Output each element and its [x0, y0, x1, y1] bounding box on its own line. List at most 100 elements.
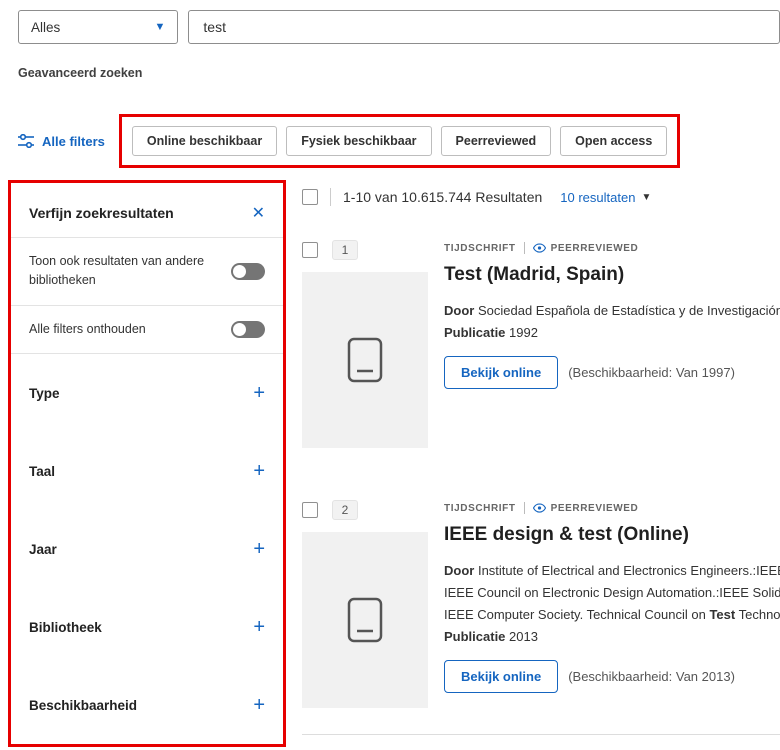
results-per-page-dropdown[interactable]: 10 resultaten ▼	[560, 190, 651, 205]
publicatie-label: Publicatie	[444, 629, 505, 644]
publicatie-label: Publicatie	[444, 325, 505, 340]
result-select-row: 1	[302, 240, 428, 260]
result-actions: Bekijk online (Beschikbaarheid: Van 2013…	[444, 660, 780, 693]
result-item: 2 TIJDSCHRIFT	[302, 500, 780, 708]
result-actions: Bekijk online (Beschikbaarheid: Van 1997…	[444, 356, 780, 389]
filter-chip-open-access[interactable]: Open access	[560, 126, 667, 156]
facet-section-label: Type	[29, 386, 60, 401]
results-header: 1-10 van 10.615.744 Resultaten 10 result…	[302, 180, 780, 206]
publicatie-year: 2013	[509, 629, 538, 644]
filter-chip-online[interactable]: Online beschikbaar	[132, 126, 277, 156]
plus-icon: +	[253, 617, 265, 637]
search-bar: Alles ▼	[0, 0, 780, 44]
eye-icon	[533, 503, 546, 513]
peer-reviewed-badge: PEERREVIEWED	[533, 503, 639, 514]
facet-section-bibliotheek[interactable]: Bibliotheek +	[11, 588, 283, 666]
facet-section-label: Jaar	[29, 542, 57, 557]
resource-type-label: TIJDSCHRIFT	[444, 503, 516, 514]
result-meta-row: TIJDSCHRIFT PEERREVIEWED	[444, 502, 780, 514]
result-checkbox[interactable]	[302, 242, 318, 258]
facet-section-taal[interactable]: Taal +	[11, 432, 283, 510]
all-filters-button[interactable]: Alle filters	[18, 134, 105, 149]
results-area: 1-10 van 10.615.744 Resultaten 10 result…	[302, 180, 780, 735]
toggle-label: Toon ook resultaten van andere bibliothe…	[29, 252, 207, 291]
all-filters-label: Alle filters	[42, 134, 105, 149]
annotation-box-filter-chips: Online beschikbaar Fysiek beschikbaar Pe…	[119, 114, 680, 168]
result-thumbnail[interactable]	[302, 272, 428, 448]
journal-icon	[347, 337, 383, 383]
filter-chip-peerreviewed[interactable]: Peerreviewed	[441, 126, 552, 156]
divider	[524, 502, 525, 514]
search-input[interactable]	[188, 10, 780, 44]
result-publication-line: Publicatie 1992	[444, 322, 780, 344]
annotation-box-facet-sidebar: Verfijn zoekresultaten ✕ Toon ook result…	[8, 180, 286, 747]
toggle-row-remember-filters: Alle filters onthouden	[11, 306, 283, 353]
facet-section-type[interactable]: Type +	[11, 354, 283, 432]
result-left-column: 2	[302, 500, 428, 708]
result-title[interactable]: IEEE design & test (Online)	[444, 524, 780, 546]
author-text: IEEE Computer Society. Technical Council…	[444, 607, 706, 622]
door-label: Door	[444, 563, 474, 578]
search-scope-value: Alles	[31, 20, 60, 35]
toggle-label: Alle filters onthouden	[29, 320, 207, 339]
result-checkbox[interactable]	[302, 502, 318, 518]
facet-panel-header: Verfijn zoekresultaten ✕	[11, 183, 283, 237]
result-publication-line: Publicatie 2013	[444, 626, 780, 648]
plus-icon: +	[253, 383, 265, 403]
advanced-search-link[interactable]: Geavanceerd zoeken	[18, 66, 142, 80]
author-text: Institute of Electrical and Electronics …	[478, 563, 780, 578]
eye-icon	[533, 243, 546, 253]
filter-bar: Alle filters Online beschikbaar Fysiek b…	[18, 114, 780, 168]
result-author-line: Door Institute of Electrical and Electro…	[444, 560, 780, 582]
result-title[interactable]: Test (Madrid, Spain)	[444, 264, 780, 286]
availability-text: (Beschikbaarheid: Van 2013)	[568, 669, 735, 684]
facet-panel-title: Verfijn zoekresultaten	[29, 205, 174, 221]
plus-icon: +	[253, 461, 265, 481]
author-text: Sociedad Española de Estadística y de In…	[478, 303, 780, 318]
facet-section-label: Beschikbaarheid	[29, 698, 137, 713]
facet-section-label: Taal	[29, 464, 55, 479]
chevron-down-icon: ▼	[641, 192, 651, 203]
facet-section-label: Bibliotheek	[29, 620, 102, 635]
other-libraries-toggle[interactable]	[231, 263, 265, 280]
result-details: TIJDSCHRIFT PEERREVIEWED Test (Madrid, S…	[444, 240, 780, 448]
peer-reviewed-label: PEERREVIEWED	[551, 243, 639, 254]
result-author-line: IEEE Computer Society. Technical Council…	[444, 604, 780, 626]
remember-filters-toggle[interactable]	[231, 321, 265, 338]
result-item: 1 TIJDSCHRIFT	[302, 240, 780, 448]
publicatie-year: 1992	[509, 325, 538, 340]
result-thumbnail[interactable]	[302, 532, 428, 708]
toggle-row-other-libraries: Toon ook resultaten van andere bibliothe…	[11, 238, 283, 305]
search-scope-dropdown[interactable]: Alles ▼	[18, 10, 178, 44]
highlighted-term: Test	[709, 607, 735, 622]
result-details: TIJDSCHRIFT PEERREVIEWED IEEE design & t…	[444, 500, 780, 708]
result-index-badge: 1	[332, 240, 358, 260]
door-label: Door	[444, 303, 474, 318]
content-area: Verfijn zoekresultaten ✕ Toon ook result…	[0, 180, 780, 747]
divider	[302, 734, 780, 735]
journal-icon	[347, 597, 383, 643]
author-text: IEEE Council on Electronic Design Automa…	[444, 585, 780, 600]
bekijk-online-button[interactable]: Bekijk online	[444, 660, 558, 693]
chevron-down-icon: ▼	[155, 21, 166, 33]
result-index-badge: 2	[332, 500, 358, 520]
divider	[330, 188, 331, 206]
close-icon[interactable]: ✕	[252, 203, 265, 223]
facet-section-beschikbaarheid[interactable]: Beschikbaarheid +	[11, 666, 283, 744]
filter-chip-fysiek[interactable]: Fysiek beschikbaar	[286, 126, 431, 156]
bekijk-online-button[interactable]: Bekijk online	[444, 356, 558, 389]
plus-icon: +	[253, 695, 265, 715]
sliders-icon	[18, 134, 34, 148]
facet-section-jaar[interactable]: Jaar +	[11, 510, 283, 588]
plus-icon: +	[253, 539, 265, 559]
result-meta-row: TIJDSCHRIFT PEERREVIEWED	[444, 242, 780, 254]
result-author-line: IEEE Council on Electronic Design Automa…	[444, 582, 780, 604]
result-select-row: 2	[302, 500, 428, 520]
peer-reviewed-badge: PEERREVIEWED	[533, 243, 639, 254]
divider	[524, 242, 525, 254]
select-all-checkbox[interactable]	[302, 189, 318, 205]
result-left-column: 1	[302, 240, 428, 448]
author-text: Technology	[739, 607, 780, 622]
peer-reviewed-label: PEERREVIEWED	[551, 503, 639, 514]
results-count-summary: 1-10 van 10.615.744 Resultaten	[343, 189, 542, 205]
